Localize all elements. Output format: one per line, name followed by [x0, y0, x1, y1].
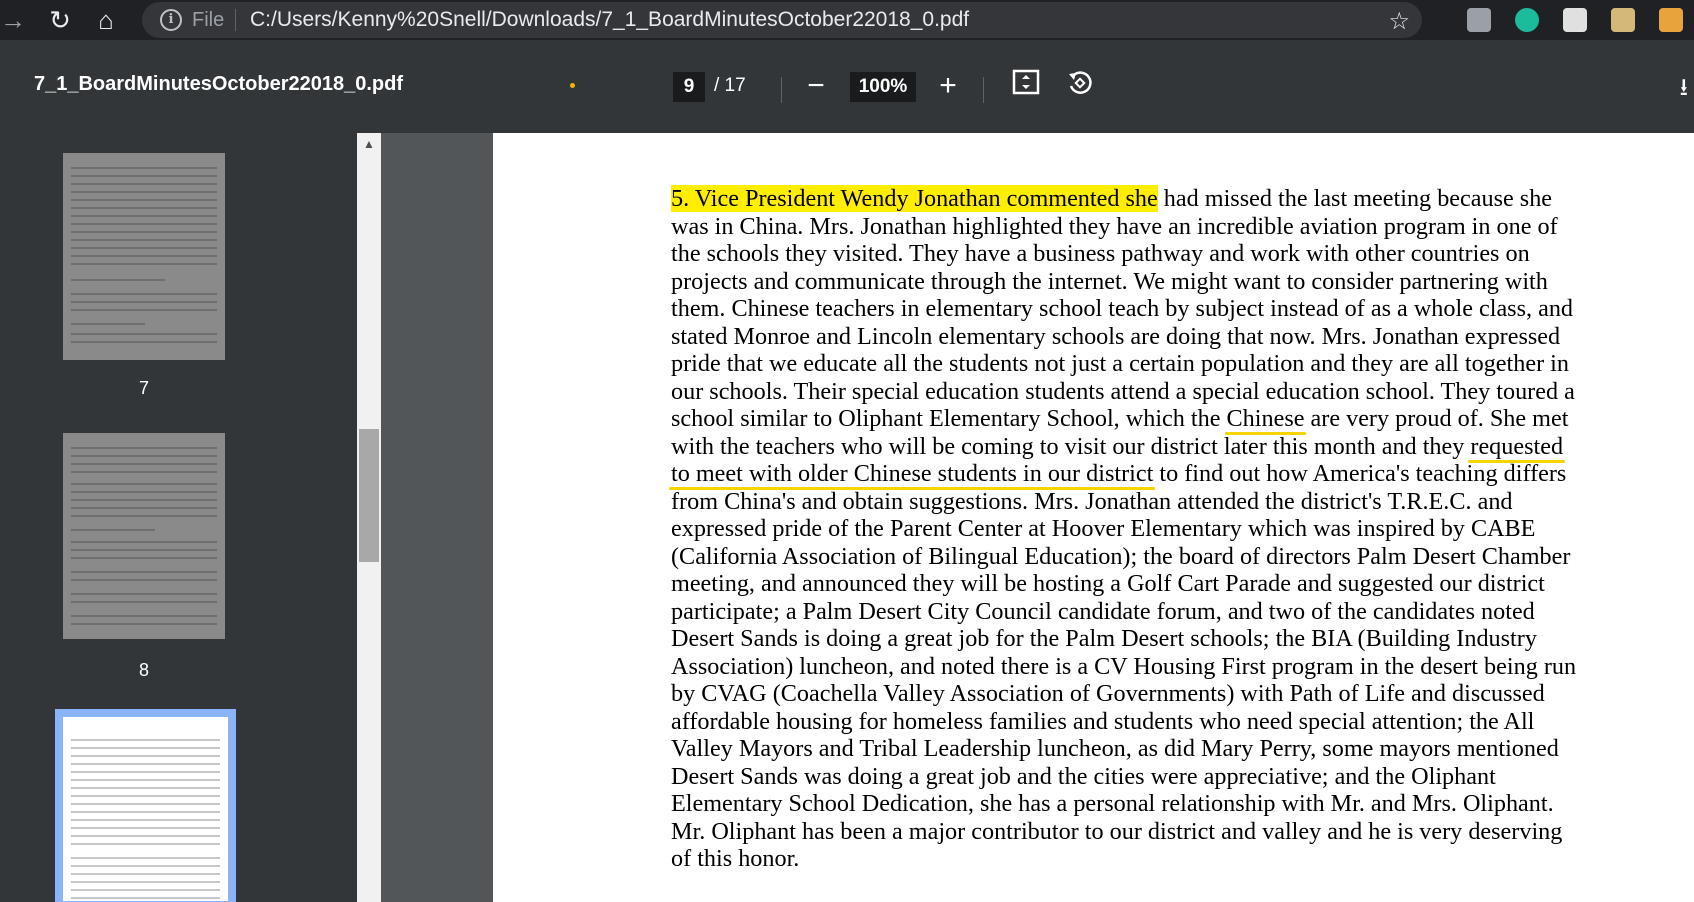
toolbar-divider [983, 77, 984, 103]
text-line: Mr. Oliphant has been a major contributo… [671, 817, 1563, 845]
text-line: had missed the last meeting because she [1157, 185, 1553, 212]
fit-to-page-icon[interactable] [1008, 68, 1044, 104]
pdf-toolbar: 7_1_BoardMinutesOctober22018_0.pdf 9 / 1… [0, 40, 1694, 133]
scroll-up-arrow-icon[interactable]: ▲ [357, 137, 381, 153]
text-line: from China's and obtain suggestions. Mrs… [671, 487, 1513, 515]
text-line: meeting, and announced they will be host… [671, 570, 1545, 597]
extension-avatar-icon[interactable] [1611, 8, 1635, 32]
text-line: our schools. Their special education stu… [671, 377, 1575, 405]
thumbnail-sidebar: 7 8 [0, 133, 357, 902]
text-line: Valley Mayors and Tribal Leadership lunc… [671, 735, 1559, 762]
text-line: of this honor. [671, 845, 800, 872]
download-icon[interactable]: ⭳ [1680, 70, 1688, 111]
text-line: (California Association of Bilingual Edu… [671, 542, 1571, 570]
text-line: with the teachers who will be coming to … [671, 432, 1471, 460]
text-line: Desert Sands was doing a great job and t… [671, 762, 1496, 790]
toolbar-divider [781, 77, 782, 103]
thumbnail-page [63, 717, 228, 901]
page-thumbnail-7[interactable] [63, 153, 225, 360]
text-line: Elementary School Dedication, she has a … [671, 790, 1554, 817]
viewer-background [381, 133, 493, 902]
pdf-page: 5. Vice President Wendy Jonathan comment… [493, 133, 1694, 902]
text-line: the schools they visited. They have a bu… [671, 240, 1530, 267]
plus-icon[interactable]: + [930, 68, 966, 104]
extension-rocket-icon[interactable] [1515, 8, 1539, 32]
page-total: / 17 [714, 75, 746, 96]
text-line: expressed pride of the Parent Center at … [671, 515, 1536, 542]
page-thumbnail-8[interactable] [63, 433, 225, 639]
underlined-text: to meet with older Chinese students in o… [671, 460, 1154, 487]
omnibox-divider [235, 9, 236, 31]
extension-acrobat-icon[interactable] [1467, 8, 1491, 32]
text-line: are very proud of. She met [1304, 405, 1569, 432]
thumbnail-label: 8 [138, 660, 149, 680]
text-line: them. Chinese teachers in elementary sch… [671, 295, 1574, 322]
forward-arrow-icon[interactable]: → [0, 0, 26, 40]
text-line: by CVAG (Coachella Valley Association of… [671, 680, 1545, 707]
document-title: 7_1_BoardMinutesOctober22018_0.pdf [34, 73, 404, 95]
text-line: Association) luncheon, and noted there i… [671, 652, 1577, 680]
sidebar-scrollbar[interactable]: ▲ [357, 133, 381, 902]
address-bar[interactable]: i File C:/Users/Kenny%20Snell/Downloads/… [142, 2, 1422, 38]
highlighted-text: 5. Vice President Wendy Jonathan comment… [671, 185, 1158, 212]
page-number-input[interactable]: 9 [673, 72, 705, 102]
underlined-text: Chinese [1226, 405, 1305, 432]
bookmark-star-icon[interactable]: ☆ [1388, 7, 1410, 36]
text-line: affordable housing for homeless families… [671, 707, 1535, 735]
loading-dot [570, 83, 575, 88]
minus-icon[interactable]: − [798, 68, 834, 104]
extension-tools-icon[interactable] [1563, 8, 1587, 32]
text-line: participate; a Palm Desert City Council … [671, 597, 1535, 625]
page-thumbnail-9-active[interactable] [55, 709, 236, 902]
url-text[interactable]: C:/Users/Kenny%20Snell/Downloads/7_1_Boa… [250, 8, 969, 32]
zoom-level-input[interactable]: 100% [850, 72, 916, 102]
reload-icon[interactable]: ↻ [40, 0, 80, 40]
rotate-icon[interactable] [1062, 68, 1098, 104]
text-line: school similar to Oliphant Elementary Sc… [671, 405, 1227, 432]
scrollbar-thumb[interactable] [359, 429, 379, 562]
info-icon[interactable]: i [160, 9, 182, 31]
browser-bar: → ↻ ⌂ i File C:/Users/Kenny%20Snell/Down… [0, 0, 1694, 40]
underlined-text: requested [1470, 432, 1564, 460]
text-line: was in China. Mrs. Jonathan highlighted … [671, 212, 1558, 240]
text-line: to find out how America's teaching diffe… [1153, 460, 1567, 487]
text-line: pride that we educate all the students n… [671, 350, 1569, 377]
home-icon[interactable]: ⌂ [86, 0, 126, 40]
thumbnail-label: 7 [138, 378, 149, 398]
text-line: projects and communicate through the int… [671, 267, 1548, 295]
minutes-paragraph: 5. Vice President Wendy Jonathan comment… [671, 185, 1591, 873]
text-line: stated Monroe and Lincoln elementary sch… [671, 322, 1561, 350]
omnibox-file-label: File [192, 9, 225, 31]
text-line: Desert Sands is doing a great job for th… [671, 625, 1537, 652]
extension-folder-icon[interactable] [1659, 8, 1683, 32]
